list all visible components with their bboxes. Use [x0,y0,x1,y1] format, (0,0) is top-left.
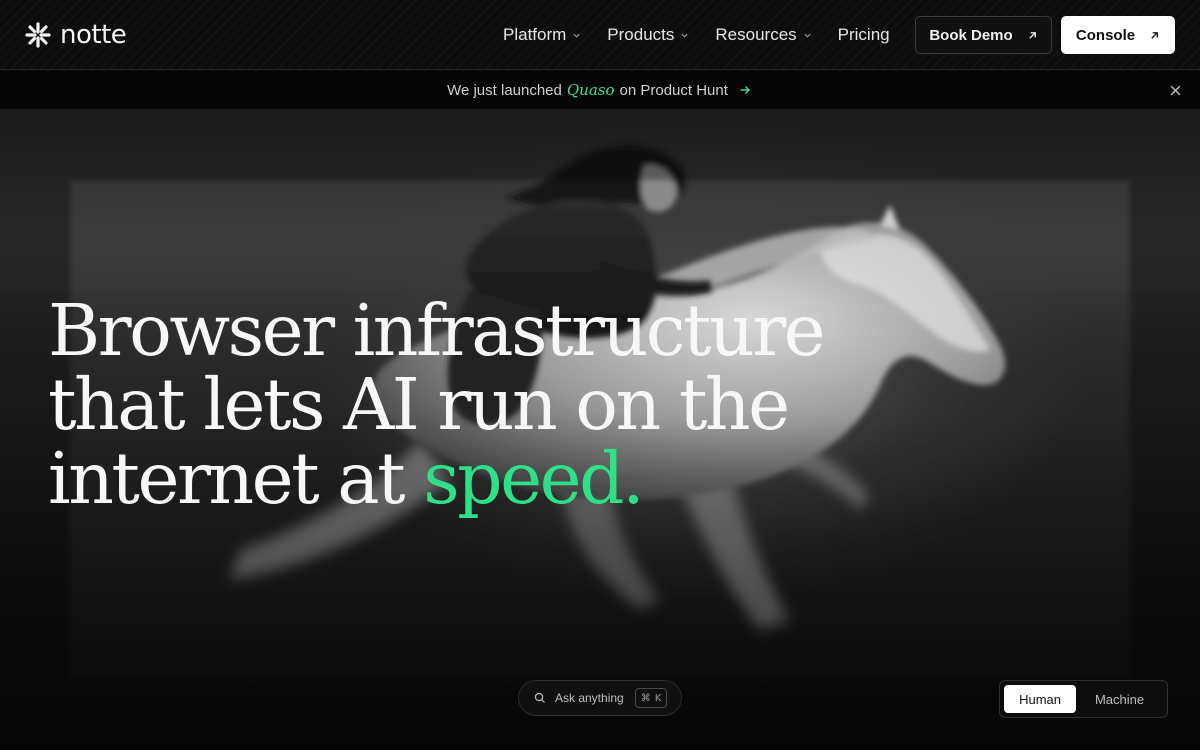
arrow-up-right-icon [1151,31,1158,39]
hero-headline-line-3: internet at [48,437,406,520]
hero-headline-accent: speed. [423,437,644,520]
hero-headline: Browser infrastructure that lets AI run … [48,294,828,516]
mode-option-machine[interactable]: Machine [1076,685,1163,713]
nav-item-platform[interactable]: Platform [503,25,581,45]
hero-headline-line-1: Browser infrastructure [48,289,826,372]
search-icon [534,692,545,703]
command-key-icon: ⌘ [640,692,651,704]
console-label: Console [1075,26,1136,44]
hero-section: Browser infrastructure that lets AI run … [0,110,1200,750]
main-nav: Platform Products Resources Pricing [503,24,890,46]
announcement-bar: We just launched Quaso on Product Hunt [0,71,1200,110]
chevron-down-icon [681,33,688,38]
logo-wordmark: notte [60,20,127,50]
ask-anything-label: Ask anything [555,691,624,705]
announcement-link[interactable]: We just launched Quaso on Product Hunt [447,81,751,99]
nav-item-label: Pricing [837,25,890,44]
chevron-down-icon [804,33,811,38]
nav-item-pricing[interactable]: Pricing [838,25,890,45]
console-button[interactable]: Console [1061,16,1175,54]
top-navigation-bar: notte Platform Products Resources Pricin… [0,0,1200,70]
close-icon[interactable] [1169,84,1182,97]
nav-item-label: Products [607,25,675,44]
book-demo-label: Book Demo [929,26,1013,44]
chevron-down-icon [573,33,580,38]
shortcut-key: K [654,692,662,704]
notte-logo[interactable]: notte [24,18,127,52]
announcement-prefix: We just launched [447,81,562,99]
book-demo-button[interactable]: Book Demo [915,16,1052,54]
audience-mode-toggle: Human Machine [999,680,1168,718]
arrow-up-right-icon [1028,31,1036,39]
ask-anything-button[interactable]: Ask anything ⌘ K [518,680,682,716]
hero-headline-line-2: that lets AI run on the [48,363,790,446]
nav-item-label: Resources [715,25,797,44]
announcement-suffix: on Product Hunt [619,81,728,99]
nav-item-resources[interactable]: Resources [715,25,811,45]
nav-item-label: Platform [503,25,567,44]
mode-option-human[interactable]: Human [1004,685,1077,713]
announcement-product-name: Quaso [566,81,615,99]
nav-item-products[interactable]: Products [607,25,689,45]
arrow-right-icon [740,86,750,94]
keyboard-shortcut-badge: ⌘ K [634,688,668,708]
notte-logo-icon [25,22,51,48]
